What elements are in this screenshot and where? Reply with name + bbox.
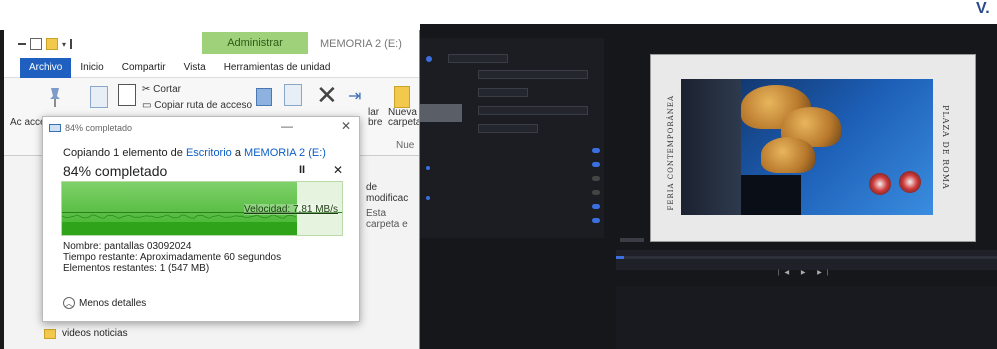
minus-icon[interactable] (18, 43, 26, 45)
tab-herramientas-unidad[interactable]: Herramientas de unidad (215, 58, 340, 78)
copy-path-label: Copiar ruta de acceso (154, 100, 253, 111)
pin-icon[interactable] (48, 86, 62, 108)
image-detail (761, 137, 815, 173)
less-details-button[interactable]: ︿ Menos detalles (63, 297, 146, 309)
preview-image (681, 79, 933, 215)
timeline-scrubber[interactable] (616, 256, 997, 259)
new-folder-icon[interactable] (394, 86, 410, 108)
source-link[interactable]: Escritorio (186, 147, 232, 159)
properties-icon[interactable] (30, 38, 42, 50)
progress-band (62, 222, 298, 235)
transfer-details: Nombre: pantallas 03092024 Tiempo restan… (63, 241, 281, 274)
new-group-label: Nue (396, 140, 415, 151)
video-editor-window: FERIA CONTEMPORÁNEA PLAZA DE ROMA |◀ ▶ ▶… (420, 24, 997, 349)
settings-panel (420, 38, 604, 238)
play-icon[interactable]: ▶ (801, 270, 811, 276)
tree-item-label: videos noticias (62, 328, 128, 339)
bullet-icon (426, 196, 430, 200)
ribbon-tabs: Archivo Inicio Compartir Vista Herramien… (4, 57, 419, 78)
toggle-switch[interactable] (592, 148, 600, 153)
percent-complete: 84% completado (63, 163, 168, 179)
tooltip (420, 104, 462, 122)
dialog-title: 84% completado (49, 123, 132, 133)
tab-vista[interactable]: Vista (175, 58, 215, 78)
timeline-panel (616, 250, 997, 270)
dialog-title-text: 84% completado (65, 123, 133, 133)
rename-icon[interactable]: ⇥ (348, 86, 361, 106)
cut-label: Cortar (153, 84, 181, 95)
skip-forward-icon[interactable]: ▶| (817, 270, 833, 276)
image-shadow (681, 79, 741, 215)
manage-tab[interactable]: Administrar (202, 32, 308, 54)
items-remaining: Elementos restantes: 1 (547 MB) (63, 263, 210, 274)
settings-dropdown[interactable] (478, 106, 588, 115)
image-detail (741, 175, 801, 215)
chevron-down-icon[interactable]: ▾ (62, 40, 66, 49)
copy-icon (49, 124, 61, 132)
folder-icon[interactable] (46, 38, 58, 50)
tree-item[interactable]: videos noticias (44, 328, 128, 339)
move-to-icon[interactable] (256, 88, 272, 106)
skip-back-icon[interactable]: |◀ (778, 270, 794, 276)
window-title: MEMORIA 2 (E:) (320, 38, 402, 50)
timeline-tag (620, 238, 644, 242)
copy-icon[interactable] (90, 86, 108, 108)
time-remaining: Tiempo restante: Aproximadamente 60 segu… (63, 252, 282, 263)
minimize-button[interactable]: — (281, 119, 293, 133)
toggle-switch[interactable] (592, 218, 600, 223)
quick-access-toolbar: ▾ (18, 38, 73, 50)
delete-icon[interactable]: ✕ (316, 80, 338, 111)
toggle-switch[interactable] (592, 162, 600, 167)
toggle-switch[interactable] (592, 204, 600, 209)
speed-label: Velocidad: 7,81 MB/s (244, 204, 338, 215)
bullet-icon (426, 166, 430, 170)
settings-field[interactable] (448, 54, 508, 63)
cut-button[interactable]: ✂ Cortar (142, 84, 181, 95)
file-name: Nombre: pantallas 03092024 (63, 241, 192, 252)
copy-progress-dialog: 84% completado — ✕ Copiando 1 elemento d… (42, 116, 360, 322)
tab-inicio[interactable]: Inicio (71, 58, 112, 78)
paste-icon[interactable] (118, 84, 136, 106)
destination-link[interactable]: MEMORIA 2 (E:) (244, 147, 326, 159)
copy-path-button[interactable]: ▭ Copiar ruta de acceso (142, 100, 252, 111)
settings-field[interactable] (478, 70, 588, 79)
close-button[interactable]: ✕ (341, 119, 351, 133)
connector-text: a (234, 147, 241, 159)
properties-panel (616, 286, 997, 349)
status-dot-icon (426, 56, 432, 62)
settings-field[interactable] (478, 124, 538, 133)
separator-icon (70, 39, 73, 49)
image-detail (899, 171, 921, 193)
empty-folder-text: Esta carpeta e (366, 208, 408, 230)
playhead[interactable] (616, 256, 624, 259)
copy-to-icon[interactable] (284, 84, 302, 106)
chevron-up-icon: ︿ (63, 297, 75, 309)
column-header-modified[interactable]: de modificac (366, 182, 419, 204)
select-label[interactable]: lar bre (368, 108, 388, 128)
transport-controls[interactable]: |◀ ▶ ▶| (778, 269, 833, 276)
settings-field[interactable] (478, 88, 528, 97)
title-bar: ▾ Administrar MEMORIA 2 (E:) (4, 30, 419, 58)
less-details-label: Menos detalles (79, 297, 147, 309)
corner-logo: V. (976, 0, 990, 17)
tab-archivo[interactable]: Archivo (20, 57, 72, 78)
preview-caption-right: PLAZA DE ROMA (941, 105, 950, 190)
cancel-button[interactable]: ✕ (333, 163, 343, 177)
pause-button[interactable]: II (299, 164, 305, 176)
folder-icon (44, 328, 56, 339)
transfer-graph: Velocidad: 7,81 MB/s (61, 181, 343, 236)
image-detail (869, 173, 891, 195)
tab-compartir[interactable]: Compartir (113, 58, 175, 78)
preview-caption-left: FERIA CONTEMPORÁNEA (667, 95, 675, 211)
toggle-switch[interactable] (592, 176, 600, 181)
toggle-switch[interactable] (592, 190, 600, 195)
copying-description: Copiando 1 elemento de Escritorio a MEMO… (63, 147, 326, 159)
video-preview[interactable]: FERIA CONTEMPORÁNEA PLAZA DE ROMA (650, 54, 976, 242)
new-folder-button[interactable]: Nueva carpeta (388, 108, 419, 128)
copying-prefix: Copiando 1 elemento de (63, 147, 183, 159)
